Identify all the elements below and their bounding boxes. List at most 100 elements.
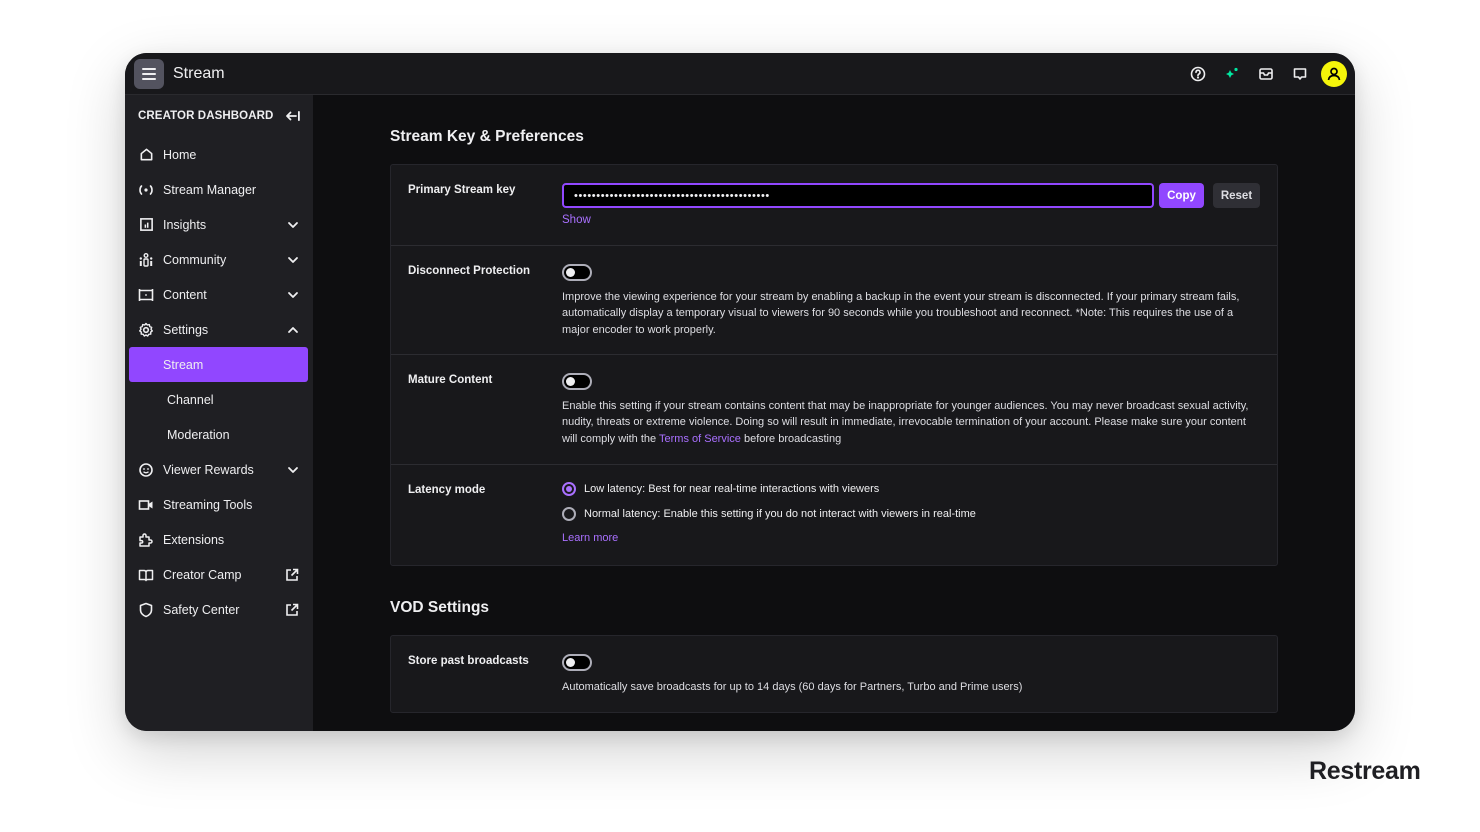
sidebar-title: CREATOR DASHBOARD	[138, 110, 274, 122]
shield-icon	[138, 602, 154, 618]
page-title: Stream	[173, 64, 225, 82]
app-window: Stream CREATOR DASHBOARD Home Stream Man…	[125, 53, 1355, 731]
store-broadcasts-toggle[interactable]	[562, 654, 592, 671]
content-icon	[138, 287, 154, 303]
sidebar-header: CREATOR DASHBOARD	[125, 95, 313, 137]
disconnect-protection-row: Disconnect Protection Improve the viewin…	[391, 246, 1277, 355]
sidebar-item-label: Channel	[167, 392, 214, 407]
stream-key-row: Primary Stream key •••••••••••••••••••••…	[391, 165, 1277, 246]
disconnect-protection-toggle[interactable]	[562, 264, 592, 281]
sidebar-item-community[interactable]: Community	[125, 242, 313, 277]
terms-of-service-link[interactable]: Terms of Service	[659, 433, 741, 445]
low-latency-label: Low latency: Best for near real-time int…	[584, 483, 880, 495]
sidebar-item-label: Safety Center	[163, 602, 240, 617]
sidebar-item-label: Home	[163, 147, 197, 162]
sidebar-item-viewer-rewards[interactable]: Viewer Rewards	[125, 452, 313, 487]
sidebar-item-streaming-tools[interactable]: Streaming Tools	[125, 487, 313, 522]
sidebar-item-creator-camp[interactable]: Creator Camp	[125, 557, 313, 592]
home-icon	[138, 147, 154, 163]
copy-button[interactable]: Copy	[1159, 183, 1204, 208]
reset-button[interactable]: Reset	[1213, 183, 1260, 208]
chevron-up-icon[interactable]	[287, 326, 299, 334]
sidebar-item-label: Extensions	[163, 532, 225, 547]
sidebar-subitem-channel[interactable]: Channel	[129, 382, 308, 417]
stream-settings-card: Primary Stream key •••••••••••••••••••••…	[390, 164, 1278, 566]
collapse-sidebar-button[interactable]	[285, 109, 301, 123]
mature-content-row: Mature Content Enable this setting if yo…	[391, 355, 1277, 465]
sidebar-item-label: Community	[163, 252, 227, 267]
insights-icon	[138, 217, 154, 233]
sparkle-button[interactable]	[1215, 57, 1249, 91]
broadcast-icon	[138, 182, 154, 198]
whispers-icon	[1292, 66, 1308, 82]
sidebar-item-content[interactable]: Content	[125, 277, 313, 312]
sparkle-icon	[1224, 66, 1240, 82]
gear-icon	[138, 322, 154, 338]
store-broadcasts-label: Store past broadcasts	[408, 655, 529, 667]
latency-mode-label: Latency mode	[408, 484, 486, 496]
rewards-icon	[138, 462, 154, 478]
learn-more-link[interactable]: Learn more	[562, 532, 618, 544]
sidebar-subitem-moderation[interactable]: Moderation	[129, 417, 308, 452]
sidebar-item-extensions[interactable]: Extensions	[125, 522, 313, 557]
restream-watermark: Restream	[1309, 757, 1421, 785]
radio-selected[interactable]	[562, 482, 576, 496]
store-broadcasts-row: Store past broadcasts Automatically save…	[391, 636, 1277, 712]
store-broadcasts-description: Automatically save broadcasts for up to …	[562, 681, 1023, 693]
normal-latency-label: Normal latency: Enable this setting if y…	[584, 508, 976, 520]
chevron-down-icon[interactable]	[287, 221, 299, 229]
sidebar-item-stream-manager[interactable]: Stream Manager	[125, 172, 313, 207]
main-content: Stream Key & Preferences Primary Stream …	[313, 95, 1355, 731]
menu-button[interactable]	[134, 58, 164, 89]
help-icon	[1190, 66, 1206, 82]
section-title-vod: VOD Settings	[390, 599, 490, 616]
stream-key-input[interactable]: ••••••••••••••••••••••••••••••••••••••••…	[562, 183, 1154, 208]
mature-content-toggle[interactable]	[562, 373, 592, 390]
collapse-arrow-icon	[285, 109, 301, 123]
community-icon	[138, 252, 154, 268]
top-bar-actions	[1181, 53, 1347, 95]
puzzle-icon	[138, 532, 154, 548]
chevron-down-icon[interactable]	[287, 256, 299, 264]
sidebar-item-label: Content	[163, 287, 207, 302]
camera-icon	[138, 497, 154, 513]
external-link-icon[interactable]	[285, 568, 299, 582]
mature-content-description: Enable this setting if your stream conta…	[562, 398, 1260, 447]
help-button[interactable]	[1181, 57, 1215, 91]
user-icon	[1326, 66, 1342, 82]
inbox-icon	[1258, 66, 1274, 82]
whispers-button[interactable]	[1283, 57, 1317, 91]
mature-content-label: Mature Content	[408, 374, 493, 386]
chevron-down-icon[interactable]	[287, 466, 299, 474]
top-bar: Stream	[125, 53, 1355, 95]
sidebar-item-home[interactable]: Home	[125, 137, 313, 172]
sidebar-item-safety-center[interactable]: Safety Center	[125, 592, 313, 627]
radio-unselected[interactable]	[562, 507, 576, 521]
hamburger-icon	[142, 67, 156, 80]
show-key-link[interactable]: Show	[562, 214, 591, 226]
sidebar-item-settings[interactable]: Settings	[125, 312, 313, 347]
mature-description-text-end: before broadcasting	[740, 432, 842, 445]
sidebar-item-label: Moderation	[167, 427, 230, 442]
sidebar: CREATOR DASHBOARD Home Stream Manager In…	[125, 95, 313, 731]
sidebar-item-label: Settings	[163, 322, 209, 337]
sidebar-item-label: Stream Manager	[163, 182, 257, 197]
inbox-button[interactable]	[1249, 57, 1283, 91]
sidebar-item-label: Viewer Rewards	[163, 462, 254, 477]
disconnect-protection-label: Disconnect Protection	[408, 265, 531, 277]
sidebar-subitem-stream[interactable]: Stream	[129, 347, 308, 382]
disconnect-protection-description: Improve the viewing experience for your …	[562, 291, 1240, 336]
sidebar-item-label: Streaming Tools	[163, 497, 253, 512]
avatar[interactable]	[1321, 61, 1347, 87]
vod-settings-card: Store past broadcasts Automatically save…	[390, 635, 1278, 713]
low-latency-option[interactable]: Low latency: Best for near real-time int…	[562, 482, 879, 496]
sidebar-item-insights[interactable]: Insights	[125, 207, 313, 242]
section-title-stream-key: Stream Key & Preferences	[390, 128, 584, 145]
sidebar-item-label: Stream	[163, 357, 204, 372]
stream-key-label: Primary Stream key	[408, 184, 516, 196]
sidebar-item-label: Insights	[163, 217, 207, 232]
normal-latency-option[interactable]: Normal latency: Enable this setting if y…	[562, 507, 976, 521]
external-link-icon[interactable]	[285, 603, 299, 617]
chevron-down-icon[interactable]	[287, 291, 299, 299]
sidebar-item-label: Creator Camp	[163, 567, 242, 582]
